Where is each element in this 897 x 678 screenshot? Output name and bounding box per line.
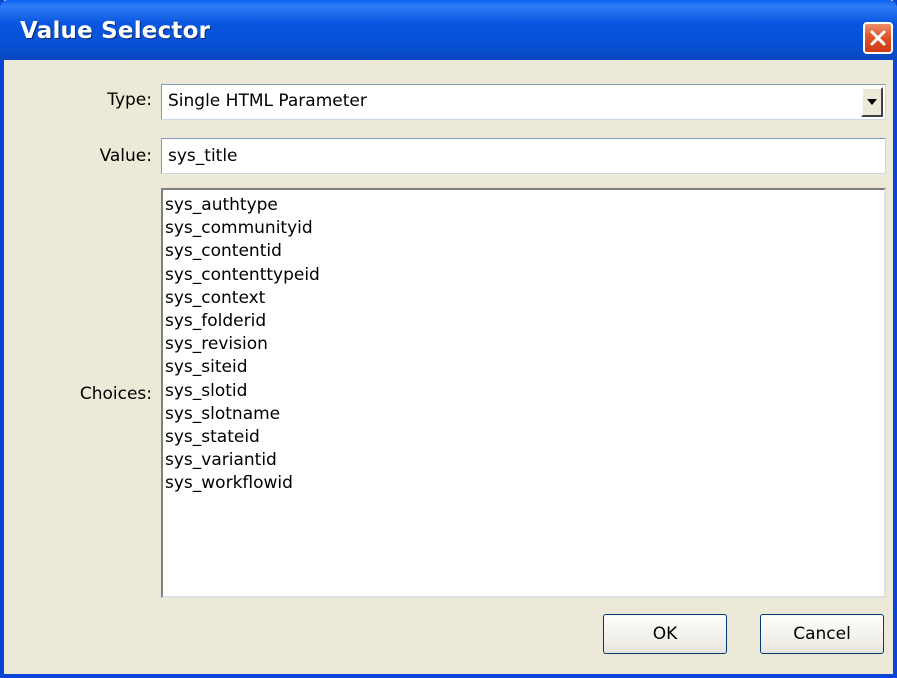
list-item[interactable]: sys_authtype — [165, 194, 884, 217]
chevron-down-icon — [867, 99, 877, 105]
cancel-button[interactable]: Cancel — [760, 614, 884, 654]
choices-list: sys_authtype sys_communityid sys_contentid… — [163, 190, 884, 496]
value-input[interactable]: sys_title — [161, 138, 886, 174]
list-item[interactable]: sys_variantid — [165, 449, 884, 472]
close-button[interactable] — [863, 22, 893, 54]
type-selected-value: Single HTML Parameter — [168, 91, 367, 111]
value-label: Value: — [99, 146, 152, 166]
list-item[interactable]: sys_revision — [165, 333, 884, 356]
ok-button[interactable]: OK — [603, 614, 727, 654]
title-bar[interactable]: Value Selector — [0, 0, 897, 60]
type-label: Type: — [107, 90, 152, 110]
value-input-text: sys_title — [168, 146, 238, 166]
window-title: Value Selector — [20, 18, 211, 44]
choices-label: Choices: — [79, 384, 152, 404]
list-item[interactable]: sys_folderid — [165, 310, 884, 333]
dropdown-arrow-button[interactable] — [861, 87, 883, 117]
list-item[interactable]: sys_contenttypeid — [165, 264, 884, 287]
close-icon — [870, 30, 886, 46]
value-selector-dialog: Value Selector Type: Single HTML Paramet… — [0, 0, 897, 678]
list-item[interactable]: sys_contentid — [165, 240, 884, 263]
type-dropdown[interactable]: Single HTML Parameter — [161, 84, 886, 120]
list-item[interactable]: sys_stateid — [165, 426, 884, 449]
list-item[interactable]: sys_communityid — [165, 217, 884, 240]
list-item[interactable]: sys_siteid — [165, 356, 884, 379]
list-item[interactable]: sys_slotid — [165, 380, 884, 403]
list-item[interactable]: sys_context — [165, 287, 884, 310]
list-item[interactable]: sys_slotname — [165, 403, 884, 426]
list-item[interactable]: sys_workflowid — [165, 472, 884, 495]
choices-listbox[interactable]: sys_authtype sys_communityid sys_contentid… — [161, 188, 886, 598]
